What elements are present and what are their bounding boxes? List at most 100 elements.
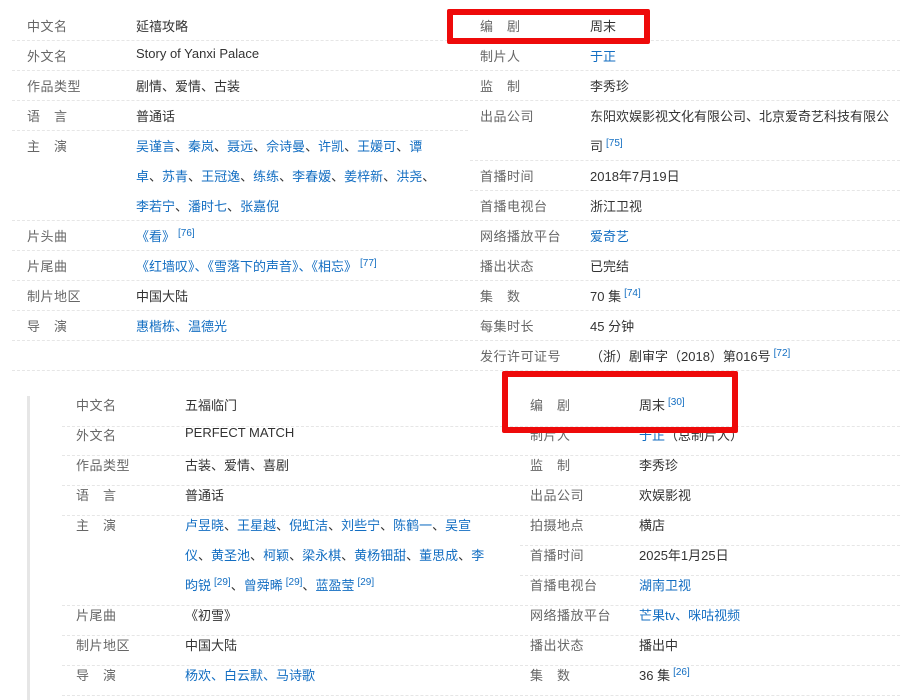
value-license-wrap: （浙）剧审字（2018）第016号 [72]: [590, 346, 790, 365]
value-director[interactable]: 杨欢、白云默、马诗歌: [185, 668, 315, 683]
cast-link[interactable]: 李: [471, 548, 484, 563]
cast-link[interactable]: 聂远: [227, 139, 253, 154]
label-opening-song: 片头曲: [27, 229, 68, 244]
reference-link[interactable]: [72]: [774, 348, 791, 359]
value-episodes-wrap: 70 集 [74]: [590, 286, 641, 305]
reference-link[interactable]: [75]: [606, 138, 623, 149]
cast-line-1: 卢昱晓、王星越、倪虹洁、刘些宁、陈鹤一、吴宣: [185, 518, 472, 533]
label-director: 导 演: [27, 319, 68, 334]
value-production-company-cont: 司: [590, 139, 604, 154]
cast-link[interactable]: 曾舜晞: [244, 578, 283, 593]
cast-link[interactable]: 佘诗曼: [266, 139, 305, 154]
quote-bar: [27, 396, 30, 700]
label-license: 发行许可证号: [480, 349, 562, 364]
cast-link[interactable]: 昀锐: [185, 578, 211, 593]
cast-link[interactable]: 蓝盈莹: [315, 578, 354, 593]
value-language: 普通话: [136, 109, 176, 124]
label-cast: 主 演: [27, 139, 68, 154]
cast-link[interactable]: 潘时七: [188, 199, 227, 214]
value-filming-location: 横店: [639, 518, 666, 533]
label-chinese-name: 中文名: [76, 398, 117, 413]
cast-link[interactable]: 张嘉倪: [240, 199, 279, 214]
cast-link[interactable]: 吴宣: [445, 518, 471, 533]
value-premiere-station[interactable]: 湖南卫视: [639, 578, 691, 593]
highlight-box: [502, 371, 738, 433]
value-episodes: 70 集: [590, 289, 622, 304]
cast-link[interactable]: 洪尧: [396, 169, 422, 184]
cast-link[interactable]: 梁永棋: [302, 548, 341, 563]
cast-link[interactable]: 王星越: [237, 518, 276, 533]
cast-link[interactable]: 卓: [136, 169, 149, 184]
highlight-box: [447, 9, 650, 44]
label-ending-song: 片尾曲: [27, 259, 68, 274]
value-producer[interactable]: 于正: [590, 49, 616, 64]
value-premiere-date: 2018年7月19日: [590, 169, 680, 184]
label-production-company: 出品公司: [530, 488, 585, 503]
value-genre: 剧情、爱情、古装: [136, 79, 241, 94]
label-episodes: 集 数: [530, 668, 571, 683]
value-supervisor: 李秀珍: [639, 458, 679, 473]
value-production-company: 欢娱影视: [639, 488, 692, 503]
value-episode-length: 45 分钟: [590, 319, 635, 334]
label-episodes: 集 数: [480, 289, 521, 304]
value-director[interactable]: 惠楷栋、温德光: [136, 319, 227, 334]
label-premiere-station: 首播电视台: [480, 199, 548, 214]
value-opening-song-wrap: 《看》 [76]: [136, 226, 195, 245]
label-director: 导 演: [76, 668, 117, 683]
label-broadcast-status: 播出状态: [530, 638, 585, 653]
cast-link[interactable]: 谭: [409, 139, 422, 154]
cast-link[interactable]: 柯颖: [263, 548, 289, 563]
label-supervisor: 监 制: [480, 79, 521, 94]
value-broadcast-status: 已完结: [590, 259, 630, 274]
cast-link[interactable]: 王媛可: [357, 139, 396, 154]
cast-link[interactable]: 李若宁: [136, 199, 175, 214]
reference-link[interactable]: [29]: [286, 577, 303, 588]
cast-link[interactable]: 倪虹洁: [289, 518, 328, 533]
reference-link[interactable]: [76]: [178, 228, 195, 239]
cast-link[interactable]: 黄圣池: [211, 548, 250, 563]
cast-link[interactable]: 苏青: [162, 169, 188, 184]
value-episodes-wrap: 36 集 [26]: [639, 665, 690, 684]
cast-link[interactable]: 李春嫒: [292, 169, 331, 184]
value-streaming-platform[interactable]: 爱奇艺: [590, 229, 629, 244]
reference-link[interactable]: [29]: [357, 577, 374, 588]
cast-link[interactable]: 仪: [185, 548, 198, 563]
reference-link[interactable]: [29]: [214, 577, 231, 588]
value-premiere-date: 2025年1月25日: [639, 548, 729, 563]
cast-line-3: 李若宁、潘时七、张嘉倪: [136, 199, 280, 214]
cast-link[interactable]: 黄杨钿甜: [354, 548, 406, 563]
label-premiere-date: 首播时间: [530, 548, 585, 563]
label-premiere-station: 首播电视台: [530, 578, 598, 593]
label-streaming-platform: 网络播放平台: [480, 229, 562, 244]
cast-link[interactable]: 吴谨言: [136, 139, 175, 154]
cast-link[interactable]: 姜梓新: [344, 169, 383, 184]
value-production-company: 东阳欢娱影视文化有限公司、北京爱奇艺科技有限公: [590, 109, 890, 124]
value-genre: 古装、爱情、喜剧: [185, 458, 290, 473]
label-episode-length: 每集时长: [480, 319, 535, 334]
value-opening-song[interactable]: 《看》: [136, 229, 175, 244]
label-filming-location: 拍摄地点: [530, 518, 585, 533]
value-premiere-station: 浙江卫视: [590, 199, 643, 214]
label-streaming-platform: 网络播放平台: [530, 608, 612, 623]
cast-link[interactable]: 王冠逸: [201, 169, 240, 184]
value-ending-song[interactable]: 《红墙叹》、《雪落下的声音》、《相忘》: [136, 259, 357, 274]
cast-link[interactable]: 董思成: [419, 548, 458, 563]
value-region: 中国大陆: [185, 638, 238, 653]
cast-link[interactable]: 秦岚: [188, 139, 214, 154]
reference-link[interactable]: [77]: [360, 258, 377, 269]
label-production-company: 出品公司: [480, 109, 535, 124]
label-region: 制片地区: [27, 289, 82, 304]
value-streaming-platform[interactable]: 芒果tv、咪咕视频: [639, 608, 740, 623]
cast-link[interactable]: 陈鹤一: [393, 518, 432, 533]
cast-link[interactable]: 练练: [253, 169, 279, 184]
reference-link[interactable]: [26]: [673, 667, 690, 678]
label-genre: 作品类型: [76, 458, 131, 473]
label-ending-song: 片尾曲: [76, 608, 117, 623]
cast-link[interactable]: 刘些宁: [341, 518, 380, 533]
cast-line-1: 吴谨言、秦岚、聂远、佘诗曼、许凯、王媛可、谭: [136, 139, 423, 154]
cast-link[interactable]: 卢昱晓: [185, 518, 224, 533]
value-supervisor: 李秀珍: [590, 79, 630, 94]
reference-link[interactable]: [74]: [624, 288, 641, 299]
label-foreign-name: 外文名: [27, 49, 68, 64]
cast-link[interactable]: 许凯: [318, 139, 344, 154]
